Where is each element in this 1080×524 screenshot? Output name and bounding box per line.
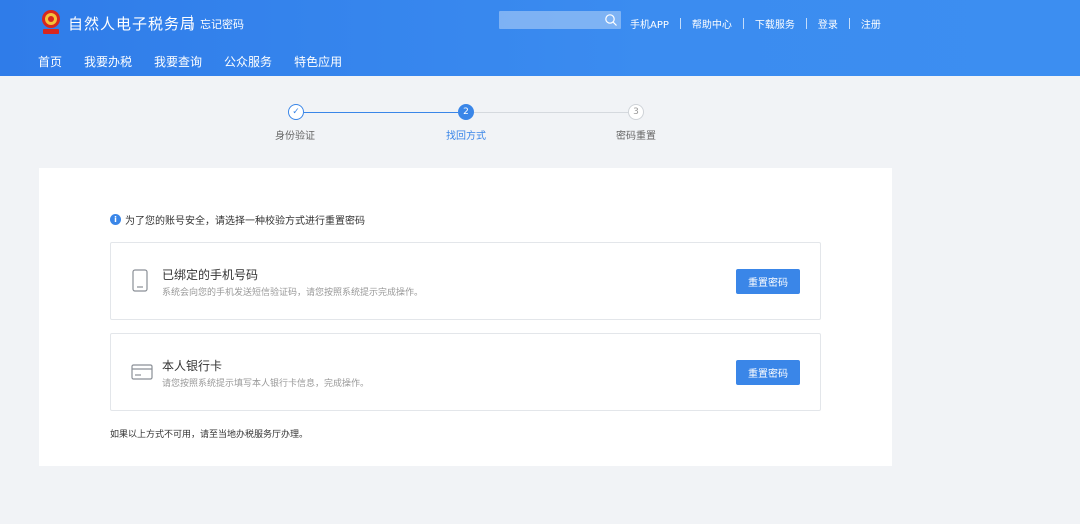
- title-divider: [191, 15, 192, 29]
- main-nav: 首页 我要办税 我要查询 公众服务 特色应用: [38, 53, 364, 70]
- login-link[interactable]: 登录: [818, 16, 838, 31]
- bank-card-option-description: 请您按照系统提示填写本人银行卡信息，完成操作。: [162, 379, 370, 389]
- site-title: 自然人电子税务局: [68, 15, 197, 33]
- nav-featured-apps[interactable]: 特色应用: [294, 53, 342, 70]
- phone-option-description: 系统会向您的手机发送短信验证码，请您按照系统提示完成操作。: [162, 288, 424, 298]
- notice-text: 为了您的账号安全，请选择一种校验方式进行重置密码: [125, 216, 365, 227]
- step-2-label: 找回方式: [446, 131, 486, 142]
- step-1-marker: ✓: [288, 104, 304, 120]
- top-links: 手机APP 帮助中心 下载服务 登录 注册: [630, 16, 881, 31]
- step-connector: [304, 112, 458, 113]
- link-divider: [742, 18, 744, 29]
- register-link[interactable]: 注册: [861, 16, 881, 31]
- page-subtitle: 忘记密码: [200, 18, 244, 31]
- help-center-link[interactable]: 帮助中心: [692, 16, 732, 31]
- nav-query[interactable]: 我要查询: [154, 53, 202, 70]
- tax-emblem-icon: [42, 10, 60, 34]
- nav-file-tax[interactable]: 我要办税: [84, 53, 132, 70]
- search-box: [499, 11, 621, 29]
- download-link[interactable]: 下载服务: [755, 16, 795, 31]
- step-3-marker: 3: [628, 104, 644, 120]
- step-connector: [474, 112, 628, 113]
- phone-icon: [132, 269, 148, 292]
- info-icon: i: [110, 214, 121, 225]
- link-divider: [805, 18, 807, 29]
- search-input[interactable]: [499, 11, 599, 29]
- link-divider: [679, 18, 681, 29]
- link-divider: [848, 18, 850, 29]
- nav-home[interactable]: 首页: [38, 53, 62, 70]
- mobile-app-link[interactable]: 手机APP: [630, 16, 669, 31]
- bank-card-icon: [131, 364, 153, 380]
- security-notice: i 为了您的账号安全，请选择一种校验方式进行重置密码: [110, 212, 365, 227]
- bank-card-option-title: 本人银行卡: [162, 359, 223, 373]
- site-header: 自然人电子税务局 忘记密码 手机APP 帮助中心 下载服务 登录 注册 首页 我…: [0, 0, 1080, 76]
- phone-option-card: 已绑定的手机号码 系统会向您的手机发送短信验证码，请您按照系统提示完成操作。 重…: [110, 242, 821, 320]
- step-2-marker: 2: [458, 104, 474, 120]
- search-icon[interactable]: [604, 13, 618, 27]
- step-3-label: 密码重置: [616, 131, 656, 142]
- step-1-label: 身份验证: [275, 131, 315, 142]
- recovery-panel: i 为了您的账号安全，请选择一种校验方式进行重置密码 已绑定的手机号码 系统会向…: [39, 168, 892, 466]
- phone-option-title: 已绑定的手机号码: [162, 268, 259, 282]
- reset-via-bank-card-button[interactable]: 重置密码: [736, 360, 800, 385]
- bank-card-option-card: 本人银行卡 请您按照系统提示填写本人银行卡信息，完成操作。 重置密码: [110, 333, 821, 411]
- progress-steps: ✓ 2 3 身份验证 找回方式 密码重置: [0, 102, 1080, 152]
- nav-public-service[interactable]: 公众服务: [224, 53, 272, 70]
- fallback-note: 如果以上方式不可用，请至当地办税服务厅办理。: [110, 430, 309, 440]
- reset-via-phone-button[interactable]: 重置密码: [736, 269, 800, 294]
